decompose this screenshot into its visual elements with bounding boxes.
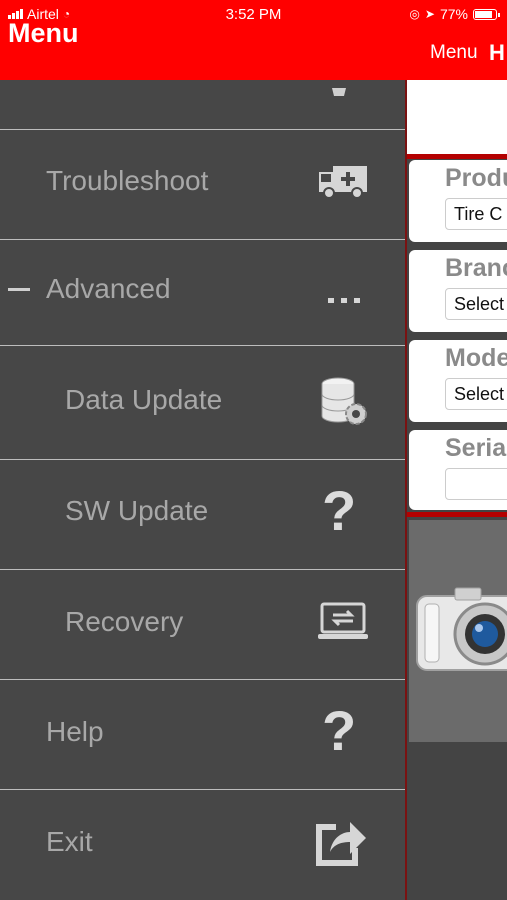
menu-button[interactable]: Menu [430, 42, 478, 64]
laptop-sync-icon [318, 602, 368, 639]
model-field: Mode Select [409, 340, 507, 422]
brand-label: Branc [445, 254, 507, 282]
side-menu-item-troubleshoot[interactable]: Troubleshoot [0, 130, 405, 240]
model-select[interactable]: Select [445, 378, 507, 410]
divider [407, 154, 507, 159]
location-icon: ➤ [424, 7, 435, 21]
side-menu-item-label: SW Update [65, 495, 209, 526]
brand-select[interactable]: Select [445, 288, 507, 320]
question-icon: ? [322, 699, 357, 762]
menu-title: Menu [8, 18, 79, 48]
side-menu-item-label: Troubleshoot [46, 165, 209, 196]
lock-rotation-icon: ◎ [409, 7, 420, 21]
side-menu-item-partial[interactable] [0, 80, 405, 130]
side-menu-item-label: Exit [46, 826, 93, 857]
side-menu-item-help[interactable]: Help ? [0, 680, 405, 790]
battery-percent: 77% [439, 6, 468, 22]
side-menu-item-exit[interactable]: Exit [0, 790, 405, 900]
database-gear-icon [321, 377, 367, 425]
product-select[interactable]: Tire C [445, 198, 507, 230]
side-menu-item-data-update[interactable]: Data Update [0, 346, 405, 460]
side-menu-item-advanced[interactable]: Advanced [0, 240, 405, 346]
side-menu: Troubleshoot Advanced Data Update SW Upd… [0, 80, 405, 900]
question-icon: ? [322, 479, 357, 542]
content-top-area [407, 80, 507, 154]
serial-field: Seria [409, 430, 507, 510]
battery-icon [473, 8, 500, 20]
brand-field: Branc Select [409, 250, 507, 332]
product-label: Produ [445, 164, 507, 192]
camera-icon [416, 587, 507, 671]
divider [407, 512, 507, 517]
product-field: Produ Tire C [409, 160, 507, 242]
home-title-partial: H [489, 40, 505, 65]
side-menu-item-label: Data Update [65, 384, 223, 415]
model-label: Mode [445, 344, 507, 372]
side-menu-item-label: Help [46, 716, 104, 747]
serial-input[interactable] [445, 468, 507, 500]
side-menu-item-recovery[interactable]: Recovery [0, 570, 405, 680]
ambulance-icon [319, 166, 367, 199]
partial-icon [332, 88, 346, 96]
side-menu-item-label: Advanced [46, 273, 171, 304]
serial-label: Seria [445, 434, 507, 462]
ellipsis-icon [328, 298, 360, 303]
collapse-icon [8, 288, 30, 291]
app-header: Airtel ◔ 3:52 PM ◎ ➤ 77% Menu Menu H [0, 0, 507, 80]
camera-button[interactable] [409, 520, 507, 742]
side-menu-item-sw-update[interactable]: SW Update ? [0, 460, 405, 570]
side-menu-item-label: Recovery [65, 606, 184, 637]
share-exit-icon [316, 822, 366, 866]
main-content-partial: Produ Tire C Branc Select Mode Select Se… [405, 80, 507, 900]
